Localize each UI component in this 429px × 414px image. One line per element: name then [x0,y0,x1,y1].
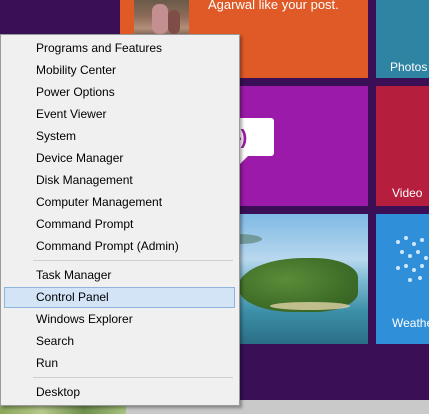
weather-tile-label: Weathe [392,316,429,330]
menu-item-task-manager[interactable]: Task Manager [4,265,235,286]
menu-item-event-viewer[interactable]: Event Viewer [4,104,235,125]
menu-item-search[interactable]: Search [4,331,235,352]
people-notification-text: Agarwal like your post. [208,0,339,12]
menu-item-command-prompt-admin[interactable]: Command Prompt (Admin) [4,236,235,257]
menu-item-windows-explorer[interactable]: Windows Explorer [4,309,235,330]
menu-item-command-prompt[interactable]: Command Prompt [4,214,235,235]
menu-item-desktop[interactable]: Desktop [4,382,235,403]
menu-item-system[interactable]: System [4,126,235,147]
menu-item-run[interactable]: Run [4,353,235,374]
person-figure [152,4,168,34]
menu-item-power-options[interactable]: Power Options [4,82,235,103]
photos-tile[interactable]: Photos [376,0,429,78]
photos-tile-label: Photos [390,60,428,74]
menu-item-computer-management[interactable]: Computer Management [4,192,235,213]
person-figure [168,10,180,34]
menu-item-programs-and-features[interactable]: Programs and Features [4,38,235,59]
video-tile[interactable]: Video [376,86,429,206]
menu-item-mobility-center[interactable]: Mobility Center [4,60,235,81]
quick-access-menu: Programs and Features Mobility Center Po… [0,34,240,406]
rain-drops-icon [394,236,429,286]
menu-item-device-manager[interactable]: Device Manager [4,148,235,169]
beach-image [270,302,350,310]
video-tile-label: Video [392,186,423,200]
menu-item-disk-management[interactable]: Disk Management [4,170,235,191]
menu-item-control-panel[interactable]: Control Panel [4,287,235,308]
weather-tile[interactable]: Weathe [376,214,429,344]
menu-separator [33,377,233,378]
menu-separator [33,260,233,261]
start-screen: Agarwal like your post. Photos -) Video … [0,0,429,414]
